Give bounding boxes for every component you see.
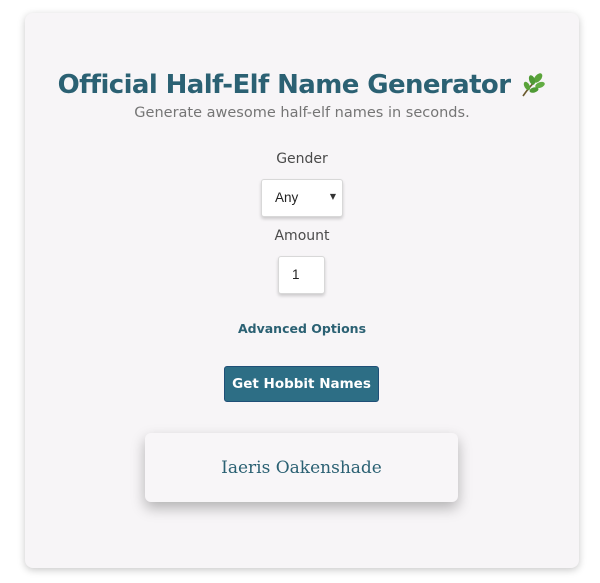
page-title: Official Half-Elf Name Generator xyxy=(57,70,511,100)
get-names-button[interactable]: Get Hobbit Names xyxy=(224,366,379,402)
leaf-icon xyxy=(518,71,546,99)
amount-input-value: 1 xyxy=(292,267,300,282)
result-card: Iaeris Oakenshade xyxy=(145,433,458,502)
amount-input[interactable]: 1 xyxy=(278,256,325,294)
advanced-options-link[interactable]: Advanced Options xyxy=(25,321,579,336)
generator-card: Official Half-Elf Name Generator Generat… xyxy=(25,13,579,568)
gender-select[interactable]: Any ▼ xyxy=(261,179,343,217)
title-row: Official Half-Elf Name Generator xyxy=(25,63,579,107)
subtitle: Generate awesome half-elf names in secon… xyxy=(134,105,470,121)
gender-select-value: Any xyxy=(275,190,299,205)
amount-label: Amount xyxy=(274,228,330,244)
gender-label: Gender xyxy=(276,151,328,167)
chevron-down-icon: ▼ xyxy=(329,192,336,201)
result-name: Iaeris Oakenshade xyxy=(221,457,382,478)
